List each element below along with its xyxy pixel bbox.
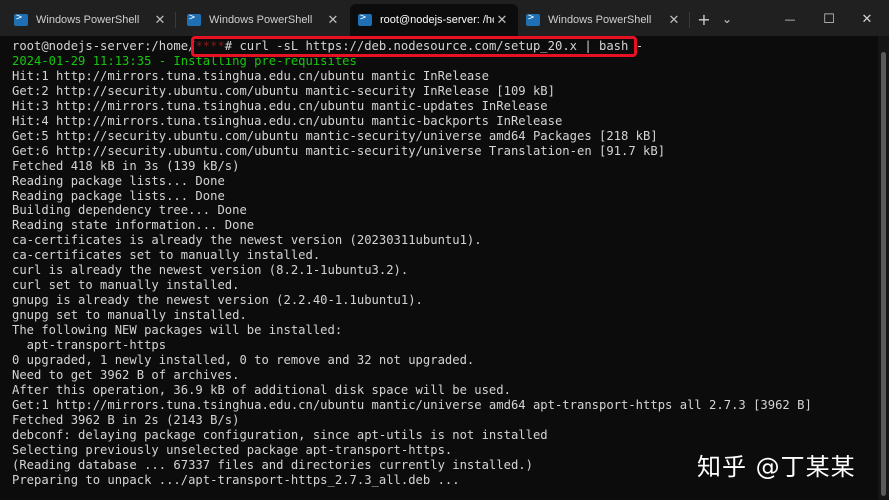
- tab-label: Windows PowerShell: [548, 14, 652, 26]
- output-line: Get:1 http://mirrors.tuna.tsinghua.edu.c…: [12, 397, 812, 412]
- output-line: ca-certificates set to manually installe…: [12, 248, 321, 263]
- terminal-lines: root@nodejs-server:/home/****# curl -sL …: [12, 39, 812, 488]
- output-line: The following NEW packages will be insta…: [12, 323, 343, 338]
- watermark: 知乎 @丁某某: [697, 453, 856, 481]
- output-line: 0 upgraded, 1 newly installed, 0 to remo…: [12, 353, 475, 368]
- output-line: Fetched 3962 B in 2s (2143 B/s): [12, 412, 240, 427]
- output-line: gnupg set to manually installed.: [12, 308, 247, 323]
- terminal-output[interactable]: root@nodejs-server:/home/****# curl -sL …: [0, 36, 878, 500]
- tab-powershell-3[interactable]: Windows PowerShell ✕: [518, 4, 690, 36]
- output-line: (Reading database ... 67337 files and di…: [12, 457, 533, 472]
- output-line: gnupg is already the newest version (2.2…: [12, 293, 423, 308]
- close-window-button[interactable]: ✕: [848, 6, 886, 32]
- tab-powershell-2[interactable]: Windows PowerShell ✕: [179, 4, 349, 36]
- output-line: After this operation, 36.9 kB of additio…: [12, 382, 511, 397]
- output-line: curl set to manually installed.: [12, 278, 240, 293]
- command-highlight-box: [191, 36, 637, 57]
- output-line: Selecting previously unselected package …: [12, 442, 453, 457]
- output-line: apt-transport-https: [12, 338, 167, 353]
- prompt-text: root@nodejs-server:/home/: [12, 39, 196, 53]
- output-line: Preparing to unpack .../apt-transport-ht…: [12, 472, 460, 487]
- output-line: Hit:4 http://mirrors.tuna.tsinghua.edu.c…: [12, 113, 563, 128]
- powershell-icon: [187, 12, 201, 26]
- new-tab-button[interactable]: +: [693, 6, 715, 32]
- scrollbar-thumb[interactable]: [881, 52, 886, 496]
- output-line: Reading state information... Done: [12, 218, 255, 233]
- output-line: Reading package lists... Done: [12, 173, 225, 188]
- scrollbar[interactable]: [878, 36, 889, 500]
- output-line: Hit:3 http://mirrors.tuna.tsinghua.edu.c…: [12, 98, 548, 113]
- powershell-icon: [526, 12, 540, 26]
- output-line: Need to get 3962 B of archives.: [12, 367, 240, 382]
- output-line: ca-certificates is already the newest ve…: [12, 233, 482, 248]
- maximize-button[interactable]: ☐: [810, 6, 848, 32]
- dropdown-icon[interactable]: ⌄: [716, 6, 738, 32]
- tab-label: root@nodejs-server: /hom: [380, 14, 494, 26]
- output-line: curl is already the newest version (8.2.…: [12, 263, 409, 278]
- tab-label: Windows PowerShell: [209, 14, 313, 26]
- close-icon[interactable]: ✕: [325, 12, 341, 28]
- tab-label: Windows PowerShell: [36, 14, 140, 26]
- tab-separator: [175, 12, 176, 28]
- output-line: debconf: delaying package configuration,…: [12, 427, 548, 442]
- close-icon[interactable]: ✕: [494, 12, 510, 28]
- linux-shell-icon: [358, 12, 372, 26]
- output-line: Building dependency tree... Done: [12, 203, 247, 218]
- output-line: Hit:1 http://mirrors.tuna.tsinghua.edu.c…: [12, 68, 489, 83]
- tab-bar: Windows PowerShell ✕ Windows PowerShell …: [0, 0, 889, 36]
- output-line: Get:2 http://security.ubuntu.com/ubuntu …: [12, 83, 555, 98]
- tab-powershell-1[interactable]: Windows PowerShell ✕: [6, 4, 176, 36]
- output-lines: 2024-01-29 11:13:35 - Installing pre-req…: [12, 54, 812, 488]
- output-line: Fetched 418 kB in 3s (139 kB/s): [12, 158, 240, 173]
- tab-separator: [689, 12, 690, 28]
- output-line: Get:5 http://security.ubuntu.com/ubuntu …: [12, 128, 658, 143]
- output-line: Reading package lists... Done: [12, 188, 225, 203]
- tab-root-nodejs-server[interactable]: root@nodejs-server: /hom ✕: [350, 4, 518, 36]
- close-icon[interactable]: ✕: [666, 12, 682, 28]
- close-icon[interactable]: ✕: [152, 12, 168, 28]
- output-line: Get:6 http://security.ubuntu.com/ubuntu …: [12, 143, 666, 158]
- minimize-button[interactable]: —: [770, 6, 810, 32]
- powershell-icon: [14, 12, 28, 26]
